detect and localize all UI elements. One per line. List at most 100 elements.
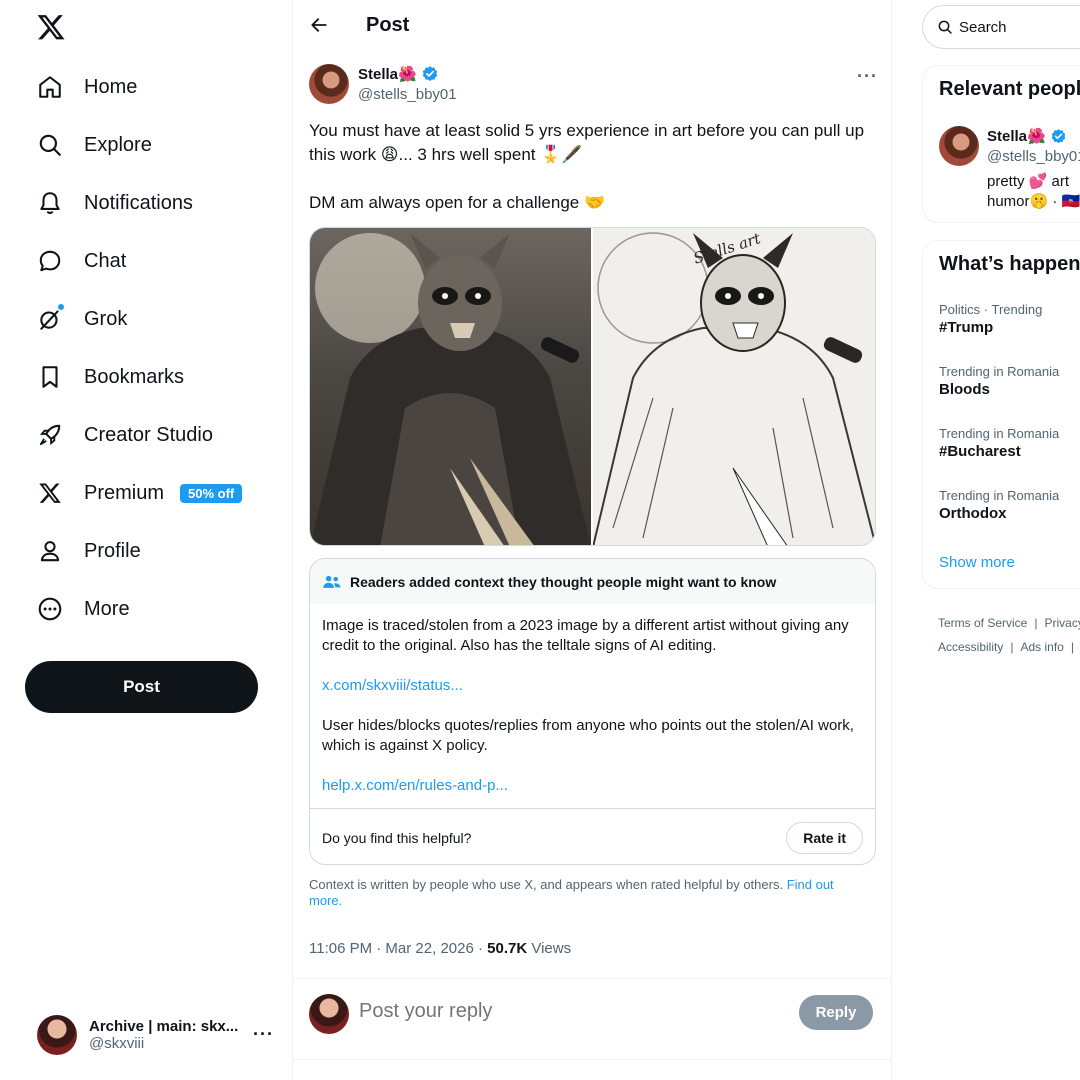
post-meta: 11:06 PM · Mar 22, 2026 · 50.7K Views [309,940,571,957]
nav-label-bookmarks: Bookmarks [84,365,185,388]
people-icon [323,575,341,588]
community-note-footer: Do you find this helpful? Rate it [310,808,875,864]
footer-link-privacy[interactable]: Privacy [1044,616,1080,630]
show-more-link[interactable]: Show more [939,554,1015,571]
trend-name: Bloods [939,381,990,398]
nav-label-home: Home [84,75,138,98]
nav-more[interactable]: More [25,580,242,638]
post-text-paragraph: DM am always open for a challenge 🤝 [309,193,606,212]
author-name-text: Stella🌺 [358,66,417,83]
community-note-link[interactable]: help.x.com/en/rules-and-p... [322,777,508,794]
account-switcher[interactable]: Archive | main: skx... @skxviii ··· [25,1000,287,1070]
author-avatar[interactable] [309,64,349,104]
avatar [309,994,349,1034]
community-note-text: Image is traced/stolen from a 2023 image… [322,617,849,654]
search-box[interactable]: Search [922,5,1080,49]
page-header: Post [293,0,891,53]
trend-item[interactable]: Trending in Romania #Bucharest [939,426,1059,460]
trending-card: What’s happening Politics · Trending #Tr… [922,240,1080,589]
rate-it-button[interactable]: Rate it [786,822,863,854]
nav-label-notifications: Notifications [84,191,193,214]
nav-grok[interactable]: Grok [25,290,242,348]
nav-premium[interactable]: Premium 50% off [25,464,243,522]
trend-name: #Trump [939,319,994,336]
bio-line: humor🤫 · 🇭🇹 [987,193,1080,210]
post-button[interactable]: Post [25,661,258,713]
community-note-text: User hides/blocks quotes/replies from an… [322,717,854,754]
reply-button[interactable]: Reply [799,995,873,1030]
nav-label-grok: Grok [84,307,128,330]
footer-link-ads-info[interactable]: Ads info [1020,640,1063,654]
search-icon [938,20,952,34]
post-detail-column: Post Stella🌺 @stells_bby01 ··· You must … [292,0,892,1080]
relevant-people-card: Relevant people Stella🌺 @stells_bby01 pr… [922,65,1080,223]
trend-context: Politics · Trending [939,302,1043,317]
nav-creator-studio[interactable]: Creator Studio [25,406,242,464]
page-title: Post [366,14,410,36]
nav-notifications[interactable]: Notifications [25,174,242,232]
trend-context: Trending in Romania [939,364,1060,379]
account-info: Archive | main: skx... @skxviii [89,1018,239,1052]
trend-item[interactable]: Politics · Trending #Trump [939,302,1042,336]
relevant-person-handle: @stells_bby01 [987,148,1080,165]
post-media[interactable]: Stells art [309,227,876,546]
nav-label-creator-studio: Creator Studio [84,423,213,446]
bookmark-icon [36,363,64,391]
person-icon [36,537,64,565]
more-circle-icon [36,595,64,623]
community-note: Readers added context they thought peopl… [309,558,876,865]
context-disclaimer: Context is written by people who use X, … [309,877,869,909]
nav-home[interactable]: Home [25,58,242,116]
x-logo-icon [36,479,64,507]
nav-label-explore: Explore [84,133,152,156]
nav-profile[interactable]: Profile [25,522,242,580]
account-name: Archive | main: skx... [89,1018,239,1035]
trend-context: Trending in Romania [939,488,1060,503]
footer-link-accessibility[interactable]: Accessibility [938,640,1003,654]
media-photo-cosplay[interactable] [310,228,591,545]
footer-link-terms[interactable]: Terms of Service [938,616,1027,630]
reply-input[interactable] [359,1000,779,1023]
left-sidebar: Home Explore Notifications Chat Grok Boo… [0,0,292,1080]
footer-separator: | [1034,616,1038,630]
relevant-person-name[interactable]: Stella🌺 [987,127,1067,145]
community-note-link[interactable]: x.com/skxviii/status... [322,677,463,694]
search-icon [36,131,64,159]
chat-icon [36,247,64,275]
media-drawing[interactable]: Stells art [592,228,875,545]
trending-title: What’s happening [939,253,1080,275]
post-timestamp[interactable]: 11:06 PM · Mar 22, 2026 · [309,940,487,957]
right-sidebar: Search Relevant people Stella🌺 @stells_b… [892,0,1080,1080]
home-icon [36,73,64,101]
footer-separator: | [1070,640,1074,654]
nav-explore[interactable]: Explore [25,116,242,174]
trend-item[interactable]: Trending in Romania Orthodox [939,488,1059,522]
author-handle[interactable]: @stells_bby01 [358,86,457,103]
grok-notification-dot [57,303,65,311]
nav-label-premium: Premium [84,481,165,504]
trend-item[interactable]: Trending in Romania Bloods [939,364,1059,398]
relevant-person-bio: pretty 💕 art humor🤫 · 🇭🇹 [987,172,1080,212]
account-handle: @skxviii [89,1035,145,1052]
more-horizontal-icon: ··· [253,1024,274,1044]
more-horizontal-icon[interactable]: ··· [857,66,878,87]
avatar[interactable] [939,126,979,166]
nav-chat[interactable]: Chat [25,232,242,290]
search-placeholder: Search [959,18,1007,36]
author-name[interactable]: Stella🌺 [358,65,439,83]
footer-separator: | [1010,640,1014,654]
relevant-person-name-text: Stella🌺 [987,128,1046,145]
post-text: You must have at least solid 5 yrs exper… [309,119,879,239]
nav-bookmarks[interactable]: Bookmarks [25,348,242,406]
verified-badge-icon [422,66,437,82]
relevant-people-title: Relevant people [939,78,1080,100]
nav-label-chat: Chat [84,249,127,272]
premium-discount-badge: 50% off [180,483,243,503]
back-arrow-icon[interactable] [309,15,333,39]
community-note-header: Readers added context they thought peopl… [310,559,875,604]
views-label: Views [527,940,572,957]
x-logo-icon[interactable] [36,12,66,42]
avatar [37,1015,77,1055]
trend-context: Trending in Romania [939,426,1060,441]
nav-label-profile: Profile [84,539,141,562]
